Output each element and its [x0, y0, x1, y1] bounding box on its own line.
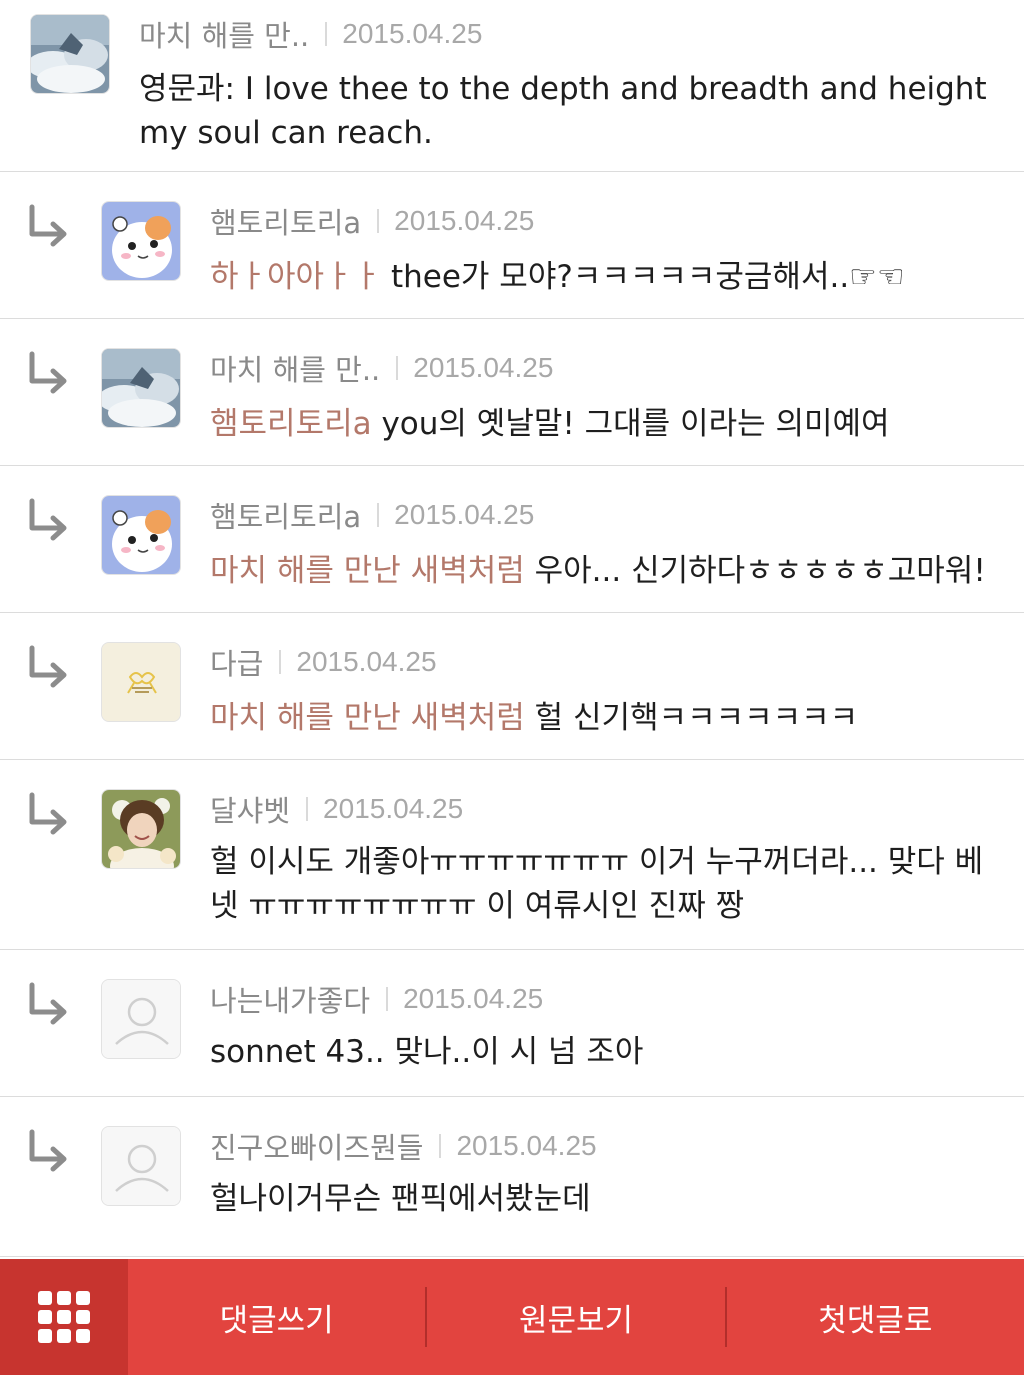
comment-text: 영문과: I love thee to the depth and breadt…	[139, 67, 989, 155]
comment-author[interactable]: 마치 해를 만..	[210, 347, 380, 389]
comment-author[interactable]: 햄토리토리a	[210, 494, 361, 536]
comment-date: 2015.04.25	[296, 646, 437, 677]
comment-meta: 다급 2015.04.25	[210, 642, 437, 682]
bottom-action-bar: 댓글쓰기 원문보기 첫댓글로	[0, 1259, 1024, 1375]
comment-meta: 달샤벳 2015.04.25	[210, 789, 463, 829]
comment-meta: 햄토리토리a 2015.04.25	[210, 495, 534, 535]
comment-text: 마치 해를 만난 새벽처럼 헐 신기핵ㅋㅋㅋㅋㅋㅋㅋ	[210, 696, 1000, 740]
comment-item: 마치 해를 만.. 2015.04.25 영문과: I love thee to…	[0, 0, 1024, 172]
hamster-avatar[interactable]	[101, 495, 181, 575]
default-user-avatar[interactable]	[101, 979, 181, 1059]
comment-author[interactable]: 나는내가좋다	[210, 978, 370, 1020]
comment-meta: 진구오빠이즈뭔들 2015.04.25	[210, 1126, 597, 1166]
comment-meta: 나는내가좋다 2015.04.25	[210, 979, 543, 1019]
comment-meta: 햄토리토리a 2015.04.25	[210, 201, 534, 241]
comment-body: thee가 모야?ㅋㅋㅋㅋㅋ궁금해서..☞☜	[381, 259, 905, 295]
meta-separator	[386, 987, 389, 1011]
comment-date: 2015.04.25	[413, 352, 554, 383]
reply-item: 나는내가좋다 2015.04.25 sonnet 43.. 맞나..이 시 넘 …	[0, 950, 1024, 1097]
comment-body: 영문과: I love thee to the depth and breadt…	[139, 71, 987, 151]
comment-date: 2015.04.25	[342, 18, 483, 49]
comment-date: 2015.04.25	[456, 1130, 597, 1161]
reply-arrow-icon	[29, 1129, 67, 1172]
grid-menu-icon	[38, 1291, 90, 1343]
write-comment-button[interactable]: 댓글쓰기	[128, 1259, 425, 1375]
comment-text: 헐나이거무슨 팬픽에서봤눈데	[210, 1177, 1000, 1221]
meta-separator	[279, 650, 282, 674]
menu-button[interactable]	[0, 1259, 128, 1375]
comment-author[interactable]: 진구오빠이즈뭔들	[210, 1125, 423, 1167]
reply-item: 다급 2015.04.25 마치 해를 만난 새벽처럼 헐 신기핵ㅋㅋㅋㅋㅋㅋㅋ	[0, 613, 1024, 760]
cloud-sky-avatar[interactable]	[30, 14, 110, 94]
comment-text: 헐 이시도 개좋아ㅠㅠㅠㅠㅠㅠㅠ 이거 누구꺼더라... 맞다 베넷 ㅠㅠㅠㅠㅠ…	[210, 840, 1000, 928]
reply-arrow-icon	[29, 204, 67, 247]
mention-link[interactable]: 마치 해를 만난 새벽처럼	[210, 700, 525, 736]
meta-separator	[377, 209, 380, 233]
comment-text: sonnet 43.. 맞나..이 시 넘 조아	[210, 1030, 1000, 1074]
reply-item: 달샤벳 2015.04.25 헐 이시도 개좋아ㅠㅠㅠㅠㅠㅠㅠ 이거 누구꺼더라…	[0, 760, 1024, 950]
reply-arrow-icon	[29, 498, 67, 541]
comment-date: 2015.04.25	[394, 499, 535, 530]
reply-item: 햄토리토리a 2015.04.25 마치 해를 만난 새벽처럼 우아... 신기…	[0, 466, 1024, 613]
meta-separator	[439, 1134, 442, 1158]
meta-separator	[325, 22, 328, 46]
comment-text: 햄토리토리a you의 옛날말! 그대를 이라는 의미예여	[210, 402, 1000, 446]
ribbon-avatar[interactable]	[101, 642, 181, 722]
mention-link[interactable]: 햄토리토리a	[210, 406, 372, 442]
comment-body: sonnet 43.. 맞나..이 시 넘 조아	[210, 1034, 644, 1070]
comment-author[interactable]: 달샤벳	[210, 788, 290, 830]
comment-body: 우아... 신기하다ㅎㅎㅎㅎㅎ고마워!	[524, 553, 986, 589]
comment-body: you의 옛날말! 그대를 이라는 의미예여	[371, 406, 890, 442]
hamster-avatar[interactable]	[101, 201, 181, 281]
comment-body: 헐나이거무슨 팬픽에서봤눈데	[210, 1181, 591, 1217]
reply-item: 마치 해를 만.. 2015.04.25 햄토리토리a you의 옛날말! 그대…	[0, 319, 1024, 466]
comment-author[interactable]: 햄토리토리a	[210, 200, 361, 242]
comment-meta: 마치 해를 만.. 2015.04.25	[139, 14, 482, 54]
reply-item: 진구오빠이즈뭔들 2015.04.25 헐나이거무슨 팬픽에서봤눈데	[0, 1097, 1024, 1257]
comment-author[interactable]: 마치 해를 만..	[139, 13, 309, 55]
meta-separator	[306, 797, 309, 821]
comment-date: 2015.04.25	[323, 793, 464, 824]
view-original-button[interactable]: 원문보기	[427, 1259, 724, 1375]
meta-separator	[396, 356, 399, 380]
comment-date: 2015.04.25	[403, 983, 544, 1014]
mention-link[interactable]: 하ㅏ아아ㅏㅏ	[210, 259, 381, 295]
reply-arrow-icon	[29, 645, 67, 688]
reply-arrow-icon	[29, 792, 67, 835]
comment-body: 헐 신기핵ㅋㅋㅋㅋㅋㅋㅋ	[524, 700, 859, 736]
cloud-sky-avatar[interactable]	[101, 348, 181, 428]
reply-arrow-icon	[29, 982, 67, 1025]
comment-body: 헐 이시도 개좋아ㅠㅠㅠㅠㅠㅠㅠ 이거 누구꺼더라... 맞다 베넷 ㅠㅠㅠㅠㅠ…	[210, 844, 984, 924]
comment-meta: 마치 해를 만.. 2015.04.25	[210, 348, 553, 388]
comment-author[interactable]: 다급	[210, 641, 263, 683]
meta-separator	[377, 503, 380, 527]
comment-text: 마치 해를 만난 새벽처럼 우아... 신기하다ㅎㅎㅎㅎㅎ고마워!	[210, 549, 1010, 593]
comment-text: 하ㅏ아아ㅏㅏ thee가 모야?ㅋㅋㅋㅋㅋ궁금해서..☞☜	[210, 255, 1000, 299]
comment-list: 마치 해를 만.. 2015.04.25 영문과: I love thee to…	[0, 0, 1024, 1259]
first-comment-button[interactable]: 첫댓글로	[727, 1259, 1024, 1375]
reply-arrow-icon	[29, 351, 67, 394]
reply-item: 햄토리토리a 2015.04.25 하ㅏ아아ㅏㅏ thee가 모야?ㅋㅋㅋㅋㅋ궁…	[0, 172, 1024, 319]
mention-link[interactable]: 마치 해를 만난 새벽처럼	[210, 553, 525, 589]
default-user-avatar[interactable]	[101, 1126, 181, 1206]
person-photo-avatar[interactable]	[101, 789, 181, 869]
comment-date: 2015.04.25	[394, 205, 535, 236]
